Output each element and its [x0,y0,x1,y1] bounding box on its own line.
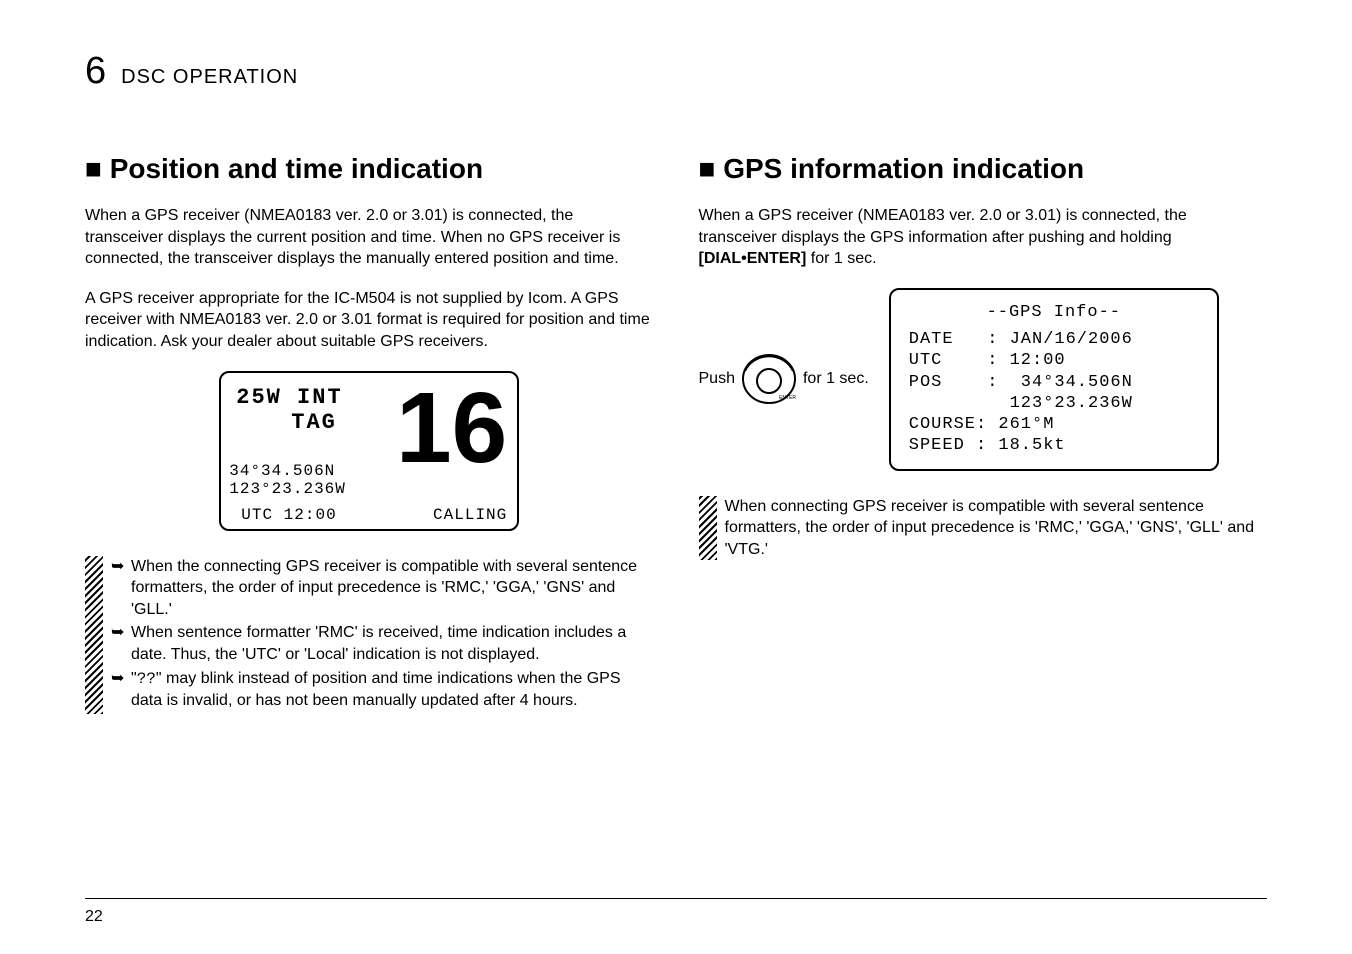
key-label: [DIAL•ENTER] [699,250,807,267]
note-content: When connecting GPS receiver is compatib… [725,496,1268,561]
note-item: When the connecting GPS receiver is comp… [111,556,654,621]
body-paragraph: When a GPS receiver (NMEA0183 ver. 2.0 o… [699,205,1268,270]
page-number: 22 [85,908,103,926]
lcd-row-utc: UTC : 12:00 [909,350,1199,371]
note-block: When the connecting GPS receiver is comp… [85,556,654,714]
note-question-marks: ?? [137,670,156,688]
hatch-border-icon [85,556,103,714]
dial-block: Push ENTER for 1 sec. [699,351,869,407]
body-paragraph: A GPS receiver appropriate for the IC-M5… [85,288,654,353]
note-item: When sentence formatter 'RMC' is receive… [111,622,654,665]
body-text: for 1 sec. [806,250,876,267]
lcd-title: --GPS Info-- [909,302,1199,323]
left-column: ■ Position and time indication When a GP… [85,153,654,714]
note-text: When connecting GPS receiver is compatib… [725,496,1268,561]
lcd-row-course: COURSE: 261°M [909,414,1199,435]
note-item: "??" may blink instead of position and t… [111,668,654,712]
for-sec-label: for 1 sec. [803,370,869,388]
lcd-row-date: DATE : JAN/16/2006 [909,329,1199,350]
lcd-calling: CALLING [433,506,507,524]
lcd-row-pos2: 123°23.236W [909,393,1199,414]
chapter-title: DSC OPERATION [121,66,298,89]
lcd-row-speed: SPEED : 18.5kt [909,435,1199,456]
note-block: When connecting GPS receiver is compatib… [699,496,1268,561]
body-paragraph: When a GPS receiver (NMEA0183 ver. 2.0 o… [85,205,654,270]
note-content: When the connecting GPS receiver is comp… [111,556,654,714]
lcd-utc: UTC 12:00 [241,506,336,524]
body-text: When a GPS receiver (NMEA0183 ver. 2.0 o… [699,207,1187,246]
note-text: " may blink instead of position and time… [131,670,621,710]
lcd-channel-number: 16 [396,383,507,473]
chapter-header: 6 DSC OPERATION [85,50,1267,93]
lcd-display-position: 25W INT TAG 16 34°34.506N 123°23.236W UT… [219,371,519,531]
lcd-position: 34°34.506N 123°23.236W [229,462,346,499]
lcd-row-pos: POS : 34°34.506N [909,372,1199,393]
enter-label: ENTER [779,395,796,401]
dial-icon: ENTER [741,351,797,407]
dial-instruction-row: Push ENTER for 1 sec. --GPS Info-- DATE … [699,288,1268,471]
push-label: Push [699,370,735,388]
section-heading-gps-info: ■ GPS information indication [699,153,1268,185]
right-column: ■ GPS information indication When a GPS … [699,153,1268,714]
lcd-display-gps-info: --GPS Info-- DATE : JAN/16/2006 UTC : 12… [889,288,1219,471]
footer-divider [85,898,1267,899]
chapter-number: 6 [85,50,106,93]
hatch-border-icon [699,496,717,561]
content-columns: ■ Position and time indication When a GP… [85,153,1267,714]
section-heading-position-time: ■ Position and time indication [85,153,654,185]
lcd-lat: 34°34.506N [229,462,346,480]
lcd-lon: 123°23.236W [229,480,346,498]
